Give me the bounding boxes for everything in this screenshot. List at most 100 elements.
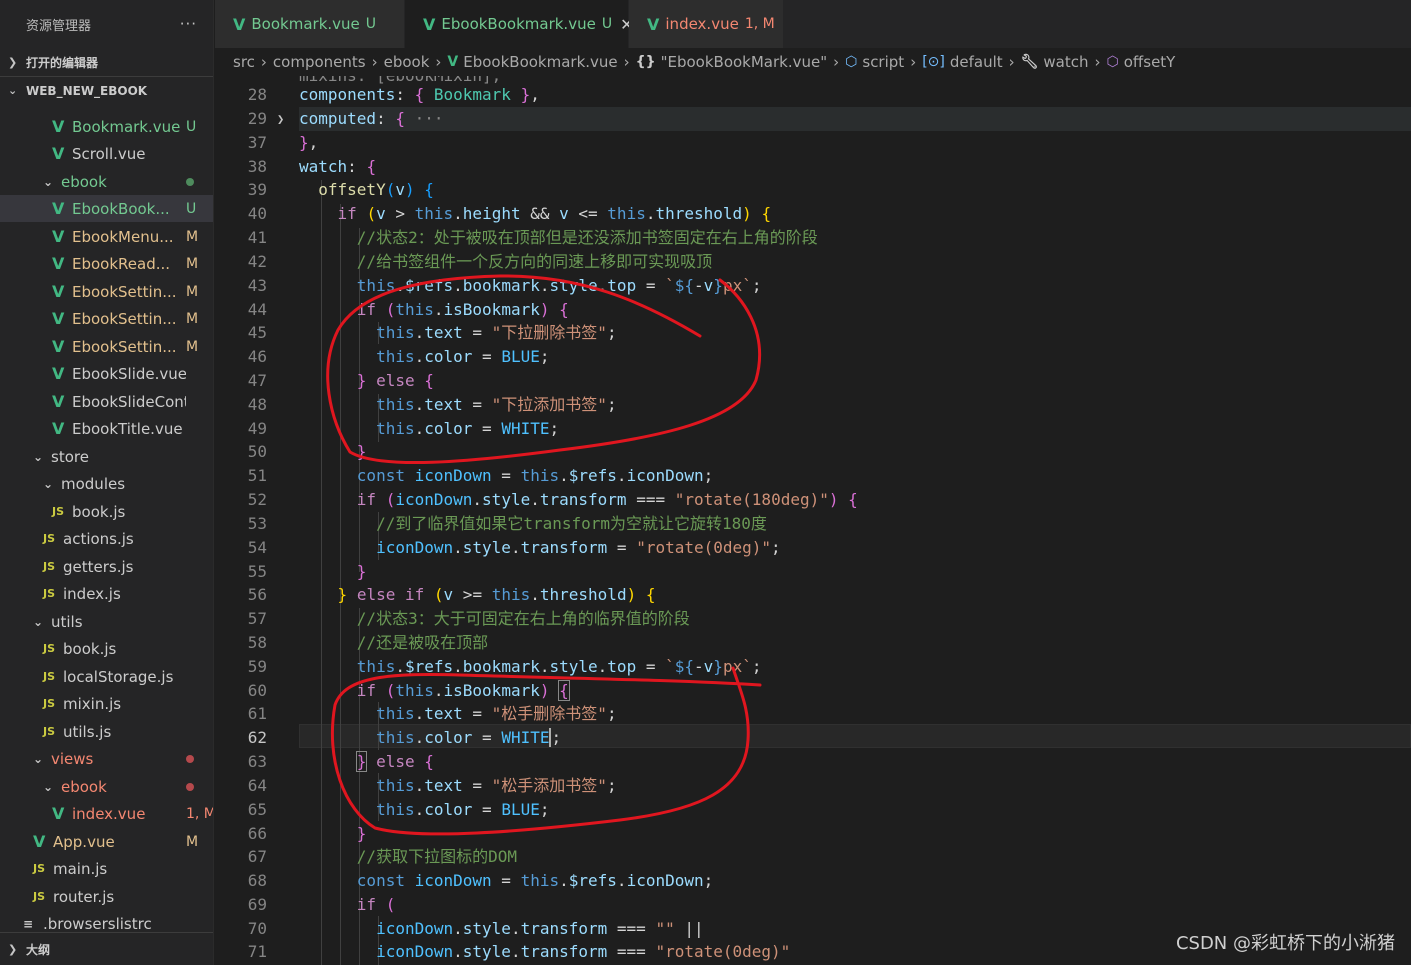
line-number: 49: [247, 419, 267, 438]
tree-item-label: Bookmark.vue: [72, 117, 181, 136]
code-line-70: iconDown.style.transform === "" ||: [376, 919, 704, 938]
tab-status: U: [601, 16, 613, 32]
braces-icon: {}: [635, 54, 656, 70]
tree-item-17[interactable]: JS index.js: [0, 580, 213, 607]
breadcrumb-components[interactable]: components: [273, 53, 366, 71]
tree-item-label: mixin.js: [63, 694, 122, 713]
tree-item-16[interactable]: JS getters.js: [0, 553, 213, 580]
tree-item-13[interactable]: ⌄ modules: [0, 470, 213, 497]
js-file-icon: JS: [52, 505, 65, 518]
breadcrumb-script[interactable]: script: [862, 53, 904, 71]
tree-item-12[interactable]: ⌄ store: [0, 443, 213, 470]
tab-1[interactable]: V EbookBookmark.vue U ✕: [405, 0, 633, 48]
tree-item-23[interactable]: ⌄ views: [0, 745, 213, 772]
tree-item-6[interactable]: V EbookSettin... M: [0, 278, 213, 305]
comment: //给书签组件一个反方向的同速上移即可实现吸顶: [356, 252, 713, 271]
tree-item-label: index.vue: [72, 804, 146, 823]
tree-item-20[interactable]: JS localStorage.js: [0, 663, 213, 690]
code-line-50: }: [356, 442, 367, 461]
status-dot: [186, 754, 194, 763]
breadcrumb-default[interactable]: default: [950, 53, 1003, 71]
tree-item-11[interactable]: V EbookTitle.vue: [0, 415, 213, 442]
chevron-right-icon: ›: [623, 53, 630, 71]
breadcrumb-offsety[interactable]: offsetY: [1124, 53, 1176, 71]
tab-0[interactable]: V Bookmark.vue U: [215, 0, 405, 48]
code-line-59: this.$refs.bookmark.style.top = `${-v}px…: [356, 657, 762, 676]
tree-item-label: Scroll.vue: [72, 144, 146, 163]
tree-item-25[interactable]: Vindex.vue 1, M: [0, 800, 213, 827]
breadcrumb-ebook[interactable]: ebook: [384, 53, 430, 71]
vue-file-icon: V: [52, 254, 65, 273]
tree-item-3[interactable]: V EbookBook... U: [0, 195, 213, 222]
line-number: 46: [247, 347, 267, 366]
breadcrumb-file[interactable]: EbookBookmark.vue: [463, 53, 617, 71]
line-number: 56: [247, 585, 267, 604]
code-line-37: },: [299, 133, 319, 152]
tree-item-15[interactable]: JS actions.js: [0, 525, 213, 552]
tab-2[interactable]: Vindex.vue 1, M: [629, 0, 784, 48]
tree-item-29[interactable]: ≡ .browserslistrc: [0, 910, 213, 931]
code-editor[interactable]: 28 29 37 38 39 40 41 42 43 44 45 46 47 48 49 50 51 52 53 54…: [215, 76, 1411, 965]
code-line-66: }: [356, 824, 367, 843]
tree-item-label: localStorage.js: [63, 667, 174, 686]
tree-item-14[interactable]: JS book.js: [0, 498, 213, 525]
tree-item-7[interactable]: V EbookSettin... M: [0, 305, 213, 332]
line-number: 66: [247, 824, 267, 843]
tree-item-22[interactable]: JS utils.js: [0, 718, 213, 745]
fold-chevron-icon[interactable]: ❯: [277, 107, 284, 131]
code-line-41: //状态2：处于被吸在顶部但是还没添加书签固定在右上角的阶段: [299, 226, 818, 250]
string-literal: "松手添加书签": [491, 776, 607, 795]
breadcrumb-component[interactable]: "EbookBookMark.vue": [661, 53, 828, 71]
code-line-62: this.color = WHITE;: [376, 728, 562, 747]
status-dot: [186, 782, 194, 791]
text-file-icon: ≡: [23, 916, 34, 931]
line-number: 54: [247, 538, 267, 557]
comment: //还是被吸在顶部: [356, 633, 489, 652]
line-number: 51: [247, 466, 267, 485]
chevron-down-icon: ⌄: [43, 476, 54, 491]
line-number: 29: [247, 109, 267, 128]
line-number: 61: [247, 704, 267, 723]
tree-item-2[interactable]: ⌄ ebook: [0, 168, 213, 195]
chevron-right-icon: ›: [371, 53, 378, 71]
tree-item-24[interactable]: ⌄ ebook: [0, 773, 213, 800]
tree-item-label: main.js: [53, 859, 108, 878]
git-status-badge: U: [186, 118, 197, 135]
open-editors-section[interactable]: ❯ 打开的编辑器: [0, 48, 213, 76]
vue-file-icon: V: [33, 832, 46, 851]
tree-item-label: ebook: [61, 777, 107, 796]
line-number: 48: [247, 395, 267, 414]
tab-label: index.vue: [665, 15, 739, 33]
tree-item-19[interactable]: JS book.js: [0, 635, 213, 662]
string-literal: "下拉删除书签": [491, 323, 607, 342]
tree-item-10[interactable]: V EbookSlideConte...: [0, 388, 213, 415]
tree-item-4[interactable]: V EbookMenu... M: [0, 223, 213, 250]
code-line-64: this.text = "松手添加书签";: [376, 776, 617, 795]
code-line-39: offsetY(v) {: [318, 180, 434, 199]
tree-item-label: getters.js: [63, 557, 134, 576]
breadcrumb-watch[interactable]: watch: [1043, 53, 1088, 71]
code-line-42: //给书签组件一个反方向的同速上移即可实现吸顶: [299, 250, 712, 274]
tree-item-label: index.js: [63, 584, 121, 603]
tree-item-label: utils: [51, 612, 83, 631]
more-actions-icon[interactable]: ···: [180, 15, 197, 33]
tree-item-1[interactable]: V Scroll.vue: [0, 140, 213, 167]
line-number: 57: [247, 609, 267, 628]
tree-item-21[interactable]: JS mixin.js: [0, 690, 213, 717]
modified-dot-icon: [186, 751, 213, 767]
tree-item-18[interactable]: ⌄ utils: [0, 608, 213, 635]
tree-item-label: EbookSettin...: [72, 282, 177, 301]
tree-item-26[interactable]: V App.vue M: [0, 828, 213, 855]
variable-icon: [⊙]: [922, 54, 945, 70]
tree-item-0[interactable]: V Bookmark.vue U: [0, 113, 213, 140]
tree-item-28[interactable]: JS router.js: [0, 883, 213, 910]
breadcrumb-src[interactable]: src: [233, 53, 255, 71]
outline-section[interactable]: ❯ 大纲: [0, 932, 213, 965]
vue-file-icon: V: [52, 309, 65, 328]
tree-item-9[interactable]: V EbookSlide.vue: [0, 360, 213, 387]
tree-item-5[interactable]: V EbookRead... M: [0, 250, 213, 277]
code-line-40: if (v > this.height && v <= this.thresho…: [337, 204, 772, 223]
tree-item-8[interactable]: V EbookSettin... M: [0, 333, 213, 360]
tree-item-label: modules: [61, 474, 126, 493]
tree-item-27[interactable]: JS main.js: [0, 855, 213, 882]
